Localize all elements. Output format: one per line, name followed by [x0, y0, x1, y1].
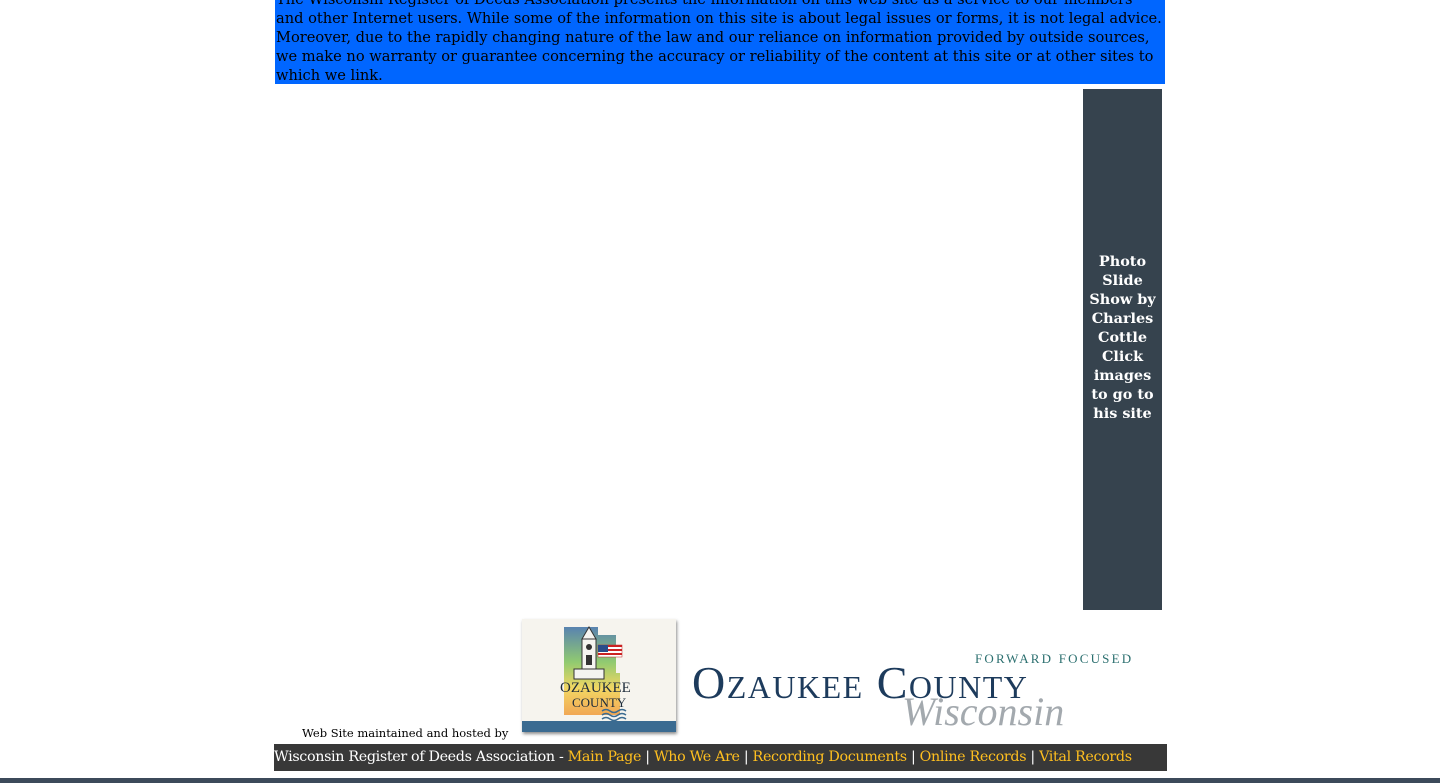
badge-bottom-bar	[522, 721, 676, 732]
badge-county-text: COUNTY	[572, 695, 627, 710]
badge-ozaukee-text: OZAUKEE	[560, 680, 631, 696]
footer-link-main-page[interactable]: Main Page	[568, 749, 642, 765]
footer-link-online-records[interactable]: Online Records	[920, 749, 1027, 765]
footer-link-vital-records[interactable]: Vital Records	[1039, 749, 1132, 765]
footer-separator: |	[739, 749, 753, 765]
footer-separator: |	[1026, 749, 1040, 765]
footer-navigation: Wisconsin Register of Deeds Association …	[274, 744, 1167, 771]
footer-link-who-we-are[interactable]: Who We Are	[654, 749, 740, 765]
footer-separator: |	[906, 749, 920, 765]
page: The Wisconsin Register of Deeds Associat…	[0, 0, 1440, 783]
footer-org-name: Wisconsin Register of Deeds Association …	[274, 749, 568, 765]
footer-link-recording-documents[interactable]: Recording Documents	[753, 749, 908, 765]
legal-disclaimer: The Wisconsin Register of Deeds Associat…	[275, 0, 1165, 84]
hosted-by-label: Web Site maintained and hosted by	[302, 726, 509, 740]
wordmark-state: Wisconsin	[902, 689, 1065, 734]
ozaukee-county-logo-badge[interactable]: OZAUKEE COUNTY	[522, 619, 676, 732]
window-bottom-edge	[0, 778, 1440, 783]
photo-slideshow[interactable]	[275, 89, 1081, 610]
footer-separator: |	[641, 749, 654, 765]
county-seal-icon: OZAUKEE COUNTY	[560, 626, 631, 722]
slideshow-caption: Photo Slide Show by Charles Cottle Click…	[1089, 253, 1156, 422]
disclaimer-text: The Wisconsin Register of Deeds Associat…	[276, 0, 1162, 84]
slideshow-caption-panel: Photo Slide Show by Charles Cottle Click…	[1083, 89, 1162, 610]
ozaukee-county-wordmark[interactable]: FORWARD FOCUSED Ozaukee County Wisconsin	[690, 648, 1140, 740]
